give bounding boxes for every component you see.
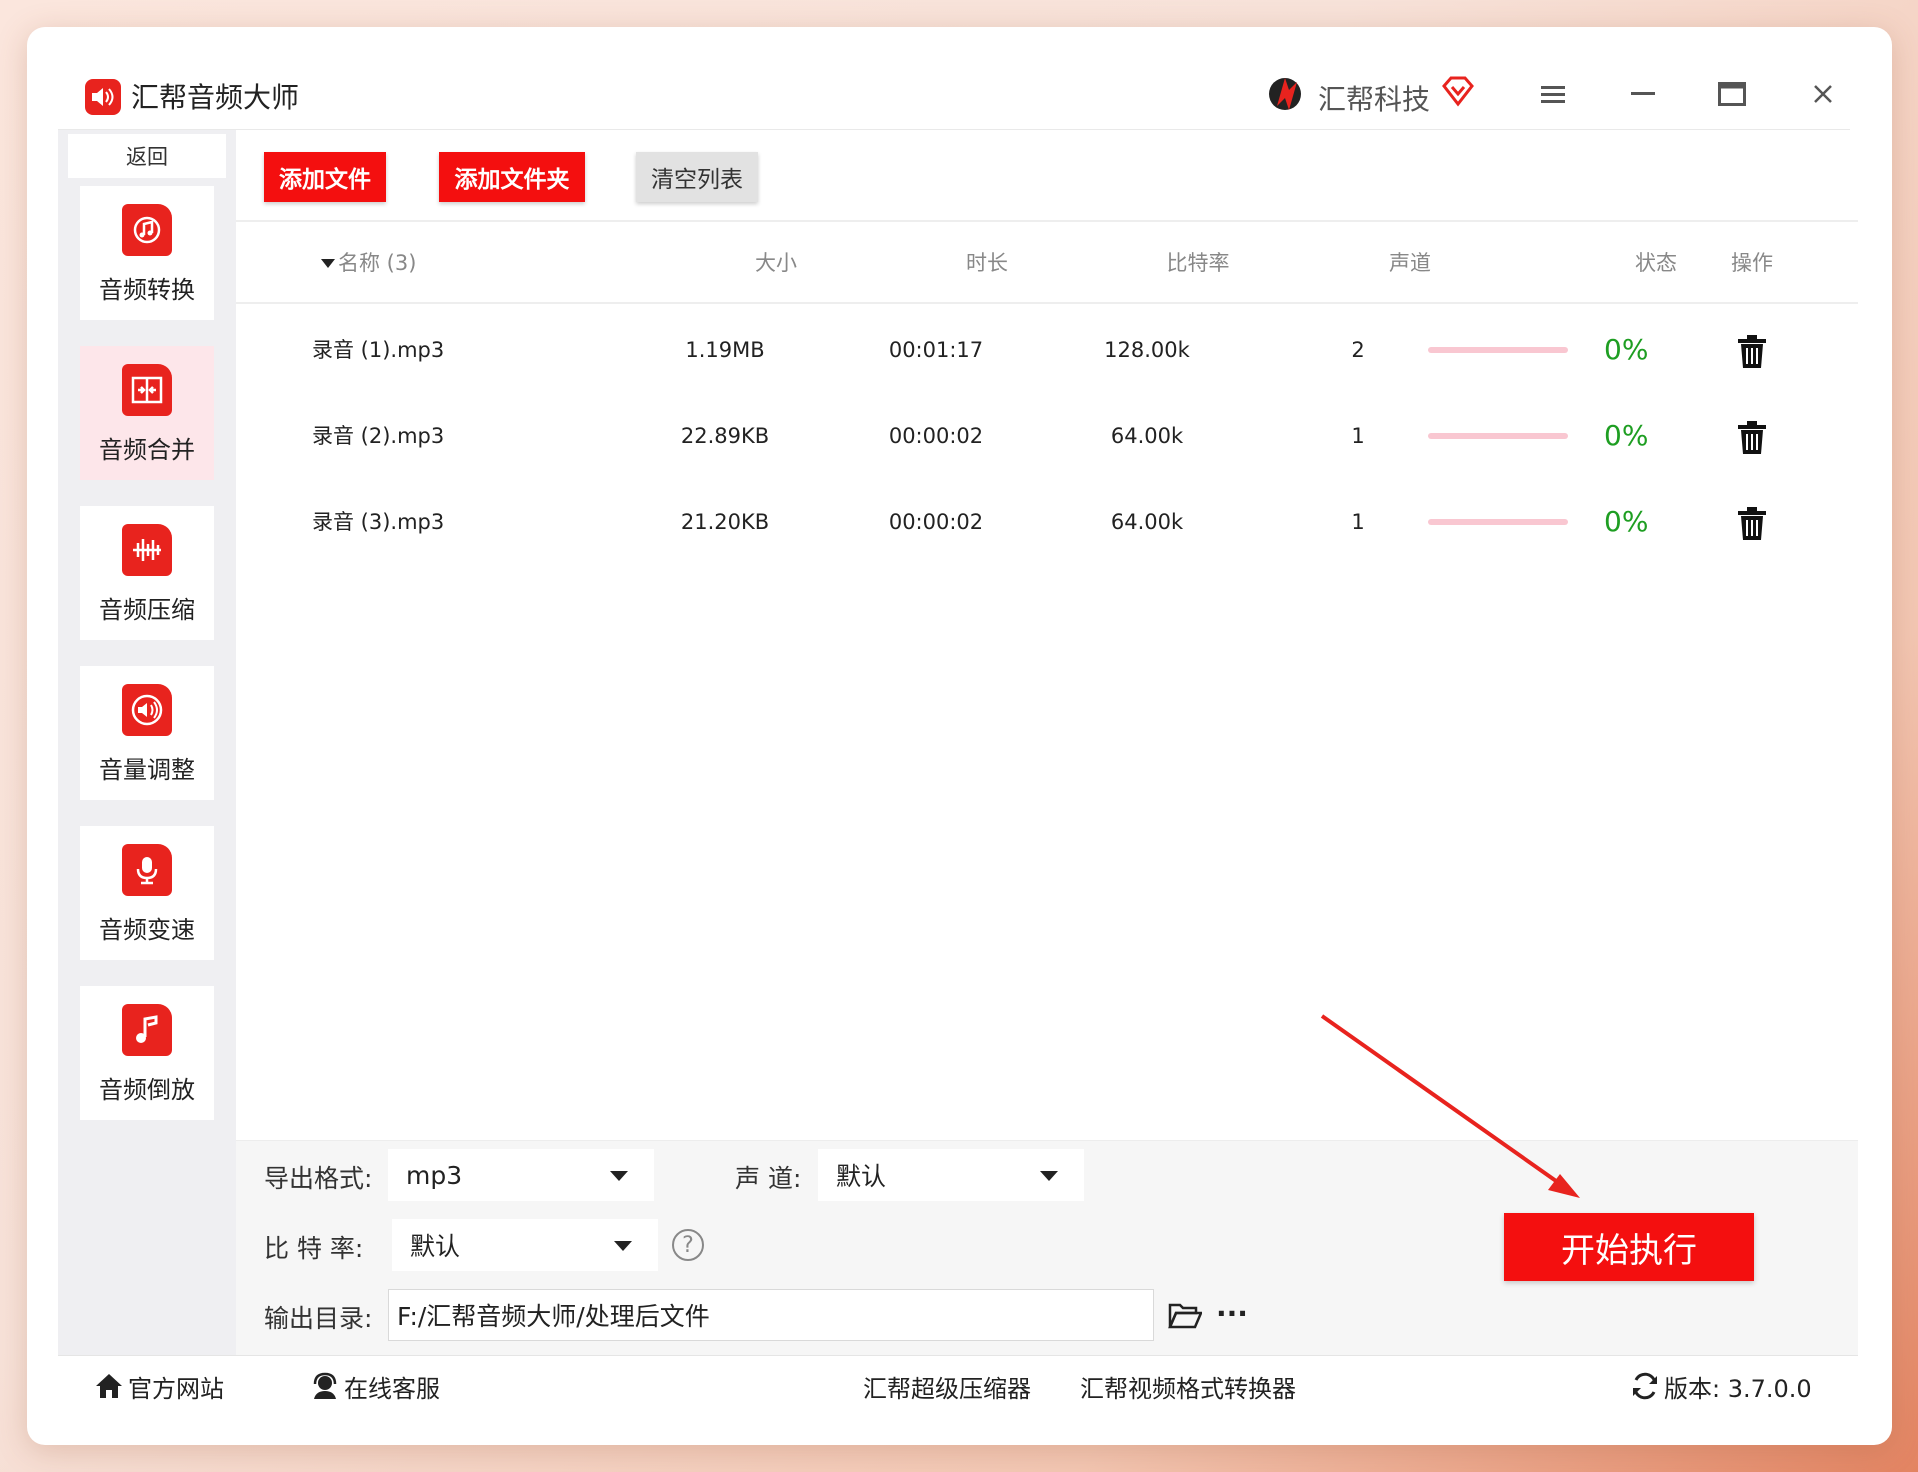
column-action: 操作 [1731, 251, 1773, 275]
sidebar-item-label: 音频合并 [99, 436, 195, 464]
progress-bar [1428, 433, 1568, 439]
output-dir-value: F:/汇帮音频大师/处理后文件 [397, 1302, 710, 1331]
minimize-icon[interactable] [1623, 74, 1663, 114]
file-duration: 00:01:17 [888, 338, 984, 362]
column-name[interactable]: 名称 (3) [338, 222, 458, 304]
format-value: mp3 [406, 1160, 463, 1190]
file-size: 1.19MB [685, 338, 765, 362]
customer-service-icon [313, 1372, 337, 1399]
column-bitrate[interactable]: 比特率 [1098, 222, 1298, 304]
microphone-icon [122, 844, 172, 896]
progress-bar [1428, 519, 1568, 525]
delete-trash-icon[interactable] [1736, 335, 1768, 369]
column-duration[interactable]: 时长 [887, 222, 1087, 304]
website-label: 官方网站 [128, 1374, 224, 1403]
table-row[interactable]: 录音 (1).mp3 1.19MB 00:01:17 128.00k 2 0% [236, 307, 1858, 393]
sidebar-item-label: 音频倒放 [99, 1076, 195, 1104]
title-bar: 汇帮音频大师 汇帮科技 [58, 44, 1850, 130]
file-name: 录音 (2).mp3 [312, 424, 445, 448]
channel-label: 声 道: [735, 1164, 802, 1193]
sort-caret-icon[interactable] [318, 222, 338, 304]
version-label: 版本: 3.7.0.0 [1664, 1374, 1812, 1403]
volume-adjust-icon [122, 684, 172, 736]
add-folder-button[interactable]: 添加文件夹 [439, 152, 585, 202]
super-compressor-link[interactable]: 汇帮超级压缩器 [863, 1356, 1031, 1416]
open-folder-icon[interactable] [1168, 1301, 1204, 1331]
sidebar: 返回 音频转换 音频合并 音频压缩 音量调整 音频变速 音频倒放 [58, 130, 236, 1355]
refresh-icon [1633, 1372, 1657, 1400]
file-duration: 00:00:02 [888, 424, 984, 448]
sidebar-item-label: 音频转换 [99, 276, 195, 304]
music-note-icon [122, 1004, 172, 1056]
sidebar-item-volume-adjust[interactable]: 音量调整 [80, 666, 214, 800]
main-panel: 添加文件 添加文件夹 清空列表 名称 (3) 大小 时长 比特率 声道 状态 操… [236, 130, 1858, 1355]
file-size: 22.89KB [680, 424, 770, 448]
table-row[interactable]: 录音 (3).mp3 21.20KB 00:00:02 64.00k 1 0% [236, 479, 1858, 565]
file-bitrate: 64.00k [1110, 424, 1184, 448]
channel-value: 默认 [836, 1162, 887, 1191]
back-button[interactable]: 返回 [68, 134, 226, 178]
file-duration: 00:00:02 [888, 510, 984, 534]
table-header: 名称 (3) 大小 时长 比特率 声道 状态 操作 [236, 222, 1858, 304]
bitrate-select[interactable]: 默认 [392, 1219, 658, 1271]
brand-name: 汇帮科技 [1318, 83, 1431, 116]
sidebar-item-audio-convert[interactable]: 音频转换 [80, 186, 214, 320]
progress-percent: 0% [1604, 505, 1649, 538]
audio-compress-icon [122, 524, 172, 576]
clear-list-button[interactable]: 清空列表 [636, 152, 758, 202]
audio-merge-icon [122, 364, 172, 416]
menu-icon[interactable] [1533, 74, 1573, 114]
table-row[interactable]: 录音 (2).mp3 22.89KB 00:00:02 64.00k 1 0% [236, 393, 1858, 479]
file-name: 录音 (3).mp3 [312, 510, 445, 534]
start-button[interactable]: 开始执行 [1504, 1213, 1754, 1281]
toolbar: 添加文件 添加文件夹 清空列表 [236, 130, 1858, 222]
sidebar-item-label: 音频变速 [99, 916, 195, 944]
sidebar-item-audio-merge[interactable]: 音频合并 [80, 346, 214, 480]
column-channels[interactable]: 声道 [1310, 222, 1510, 304]
more-options-button[interactable]: ··· [1216, 1297, 1248, 1330]
output-dir-label: 输出目录: [264, 1304, 373, 1333]
add-file-button[interactable]: 添加文件 [264, 152, 386, 202]
sidebar-item-audio-reverse[interactable]: 音频倒放 [80, 986, 214, 1120]
chevron-down-icon [614, 1241, 632, 1251]
file-size: 21.20KB [680, 510, 770, 534]
app-title: 汇帮音频大师 [131, 81, 300, 114]
format-select[interactable]: mp3 [388, 1149, 654, 1201]
bitrate-value: 默认 [410, 1232, 461, 1261]
column-size[interactable]: 大小 [676, 222, 876, 304]
help-icon[interactable]: ? [672, 1229, 704, 1261]
website-link[interactable]: 官方网站 [94, 1356, 224, 1416]
file-bitrate: 64.00k [1110, 510, 1184, 534]
sidebar-item-audio-speed[interactable]: 音频变速 [80, 826, 214, 960]
progress-percent: 0% [1604, 419, 1649, 452]
speaker-logo-icon [85, 79, 121, 115]
audio-convert-icon [122, 204, 172, 256]
output-dir-input[interactable]: F:/汇帮音频大师/处理后文件 [388, 1289, 1154, 1341]
channel-select[interactable]: 默认 [818, 1149, 1084, 1201]
close-icon[interactable] [1803, 74, 1843, 114]
progress-bar [1428, 347, 1568, 353]
footer: 官方网站 在线客服 汇帮超级压缩器 汇帮视频格式转换器 版本: 3.7.0.0 [58, 1355, 1858, 1415]
chevron-down-icon [610, 1171, 628, 1181]
sidebar-item-audio-compress[interactable]: 音频压缩 [80, 506, 214, 640]
file-bitrate: 128.00k [1104, 338, 1190, 362]
bitrate-label: 比 特 率: [264, 1234, 364, 1263]
vip-diamond-icon[interactable] [1441, 74, 1475, 108]
maximize-icon[interactable] [1712, 74, 1752, 114]
support-label: 在线客服 [344, 1374, 440, 1403]
delete-trash-icon[interactable] [1736, 507, 1768, 541]
video-converter-link[interactable]: 汇帮视频格式转换器 [1080, 1356, 1296, 1416]
progress-percent: 0% [1604, 333, 1649, 366]
version-info[interactable]: 版本: 3.7.0.0 [1630, 1356, 1812, 1416]
sidebar-item-label: 音频压缩 [99, 596, 195, 624]
brand-logo-icon [1263, 72, 1307, 116]
chevron-down-icon [1040, 1171, 1058, 1181]
delete-trash-icon[interactable] [1736, 421, 1768, 455]
format-label: 导出格式: [264, 1164, 373, 1193]
file-name: 录音 (1).mp3 [312, 338, 445, 362]
sidebar-item-label: 音量调整 [99, 756, 195, 784]
support-link[interactable]: 在线客服 [310, 1356, 440, 1416]
home-icon [96, 1374, 122, 1398]
